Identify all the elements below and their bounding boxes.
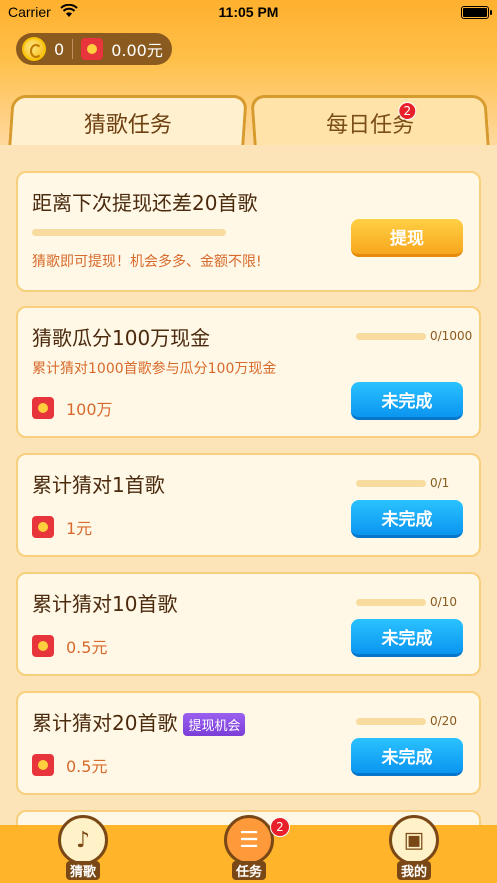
bottom-nav: ♪ 猜歌 ☰ 任务 2 ▣ 我的: [0, 815, 497, 883]
task-progress-bar: [356, 480, 426, 487]
task-title: 累计猜对10首歌: [32, 592, 178, 616]
task-status-button[interactable]: 未完成: [351, 738, 463, 776]
task-title: 累计猜对20首歌 提现机会: [32, 707, 246, 736]
clock: 11:05 PM: [218, 4, 279, 20]
nav-label: 我的: [396, 861, 431, 880]
task-card: 猜歌瓜分100万现金 0/1000 累计猜对1000首歌参与瓜分100万现金 1…: [16, 306, 481, 438]
tab-daily-tasks[interactable]: 每日任务 2: [250, 95, 490, 147]
music-note-icon: ♪: [58, 815, 108, 865]
task-reward: 0.5元: [32, 634, 107, 658]
task-progress-bar: [356, 333, 426, 340]
nav-label: 猜歌: [65, 861, 100, 880]
task-reward: 0.5元: [32, 753, 107, 777]
withdraw-card: 距离下次提现还差20首歌 猜歌即可提现！机会多多、金额不限! 提现: [16, 171, 481, 292]
notification-badge: 2: [270, 817, 290, 837]
reward-amount: 1元: [66, 519, 93, 538]
battery-icon: [461, 6, 492, 19]
reward-amount: 100万: [66, 400, 113, 419]
task-progress-bar: [356, 599, 426, 606]
cash-balance: 0.00元: [111, 41, 163, 60]
task-progress-bar: [356, 718, 426, 725]
nav-tasks[interactable]: ☰ 任务 2: [214, 815, 290, 883]
task-card: 累计猜对10首歌 0/10 0.5元 未完成: [16, 572, 481, 676]
task-list[interactable]: 距离下次提现还差20首歌 猜歌即可提现！机会多多、金额不限! 提现 猜歌瓜分10…: [0, 145, 497, 825]
status-bar: Carrier 11:05 PM: [0, 0, 497, 26]
task-description: 累计猜对1000首歌参与瓜分100万现金: [32, 361, 277, 377]
coin-count: 0: [54, 39, 65, 59]
task-progress-text: 0/10: [430, 595, 457, 609]
withdraw-progress-bar: [32, 229, 226, 236]
withdraw-description: 猜歌即可提现！机会多多、金额不限!: [32, 254, 262, 270]
reward-amount: 0.5元: [66, 757, 108, 776]
nav-mine[interactable]: ▣ 我的: [379, 815, 449, 883]
task-card: 累计猜对20首歌 提现机会 0/20 0.5元 未完成: [16, 691, 481, 795]
red-packet-icon: [81, 38, 104, 60]
red-packet-icon: [32, 635, 54, 657]
task-progress-text: 0/20: [430, 714, 457, 728]
notification-badge: 2: [398, 102, 417, 120]
task-progress-text: 0/1000: [430, 329, 473, 343]
coin-icon: [22, 37, 46, 61]
task-reward: 100万: [32, 396, 113, 420]
task-card: 累计猜对1首歌 0/1 1元 未完成: [16, 453, 481, 557]
red-packet-icon: [32, 397, 54, 419]
task-reward: 1元: [32, 515, 92, 539]
wallet-icon: ▣: [389, 815, 439, 865]
wallet-balance[interactable]: 0 0.00元: [16, 33, 172, 65]
tab-label: 猜歌任务: [83, 112, 172, 138]
task-tabs: 猜歌任务 每日任务 2: [0, 95, 497, 147]
red-packet-icon: [32, 516, 54, 538]
withdraw-title: 距离下次提现还差20首歌: [32, 191, 258, 215]
reward-amount: 0.5元: [66, 638, 108, 657]
withdraw-chance-tag: 提现机会: [183, 713, 246, 736]
task-progress-text: 0/1: [430, 476, 450, 490]
task-status-button[interactable]: 未完成: [351, 500, 463, 538]
task-list-icon: ☰: [224, 815, 274, 865]
nav-label: 任务: [231, 861, 266, 880]
task-status-button[interactable]: 未完成: [351, 619, 463, 657]
task-title: 猜歌瓜分100万现金: [32, 326, 211, 350]
task-title-text: 累计猜对20首歌: [32, 711, 178, 735]
nav-guess-song[interactable]: ♪ 猜歌: [48, 815, 118, 883]
task-title: 累计猜对1首歌: [32, 473, 165, 497]
tab-guess-song-tasks[interactable]: 猜歌任务: [8, 95, 248, 147]
task-status-button[interactable]: 未完成: [351, 382, 463, 420]
divider: [72, 39, 74, 59]
red-packet-icon: [32, 754, 54, 776]
withdraw-button[interactable]: 提现: [351, 219, 463, 257]
